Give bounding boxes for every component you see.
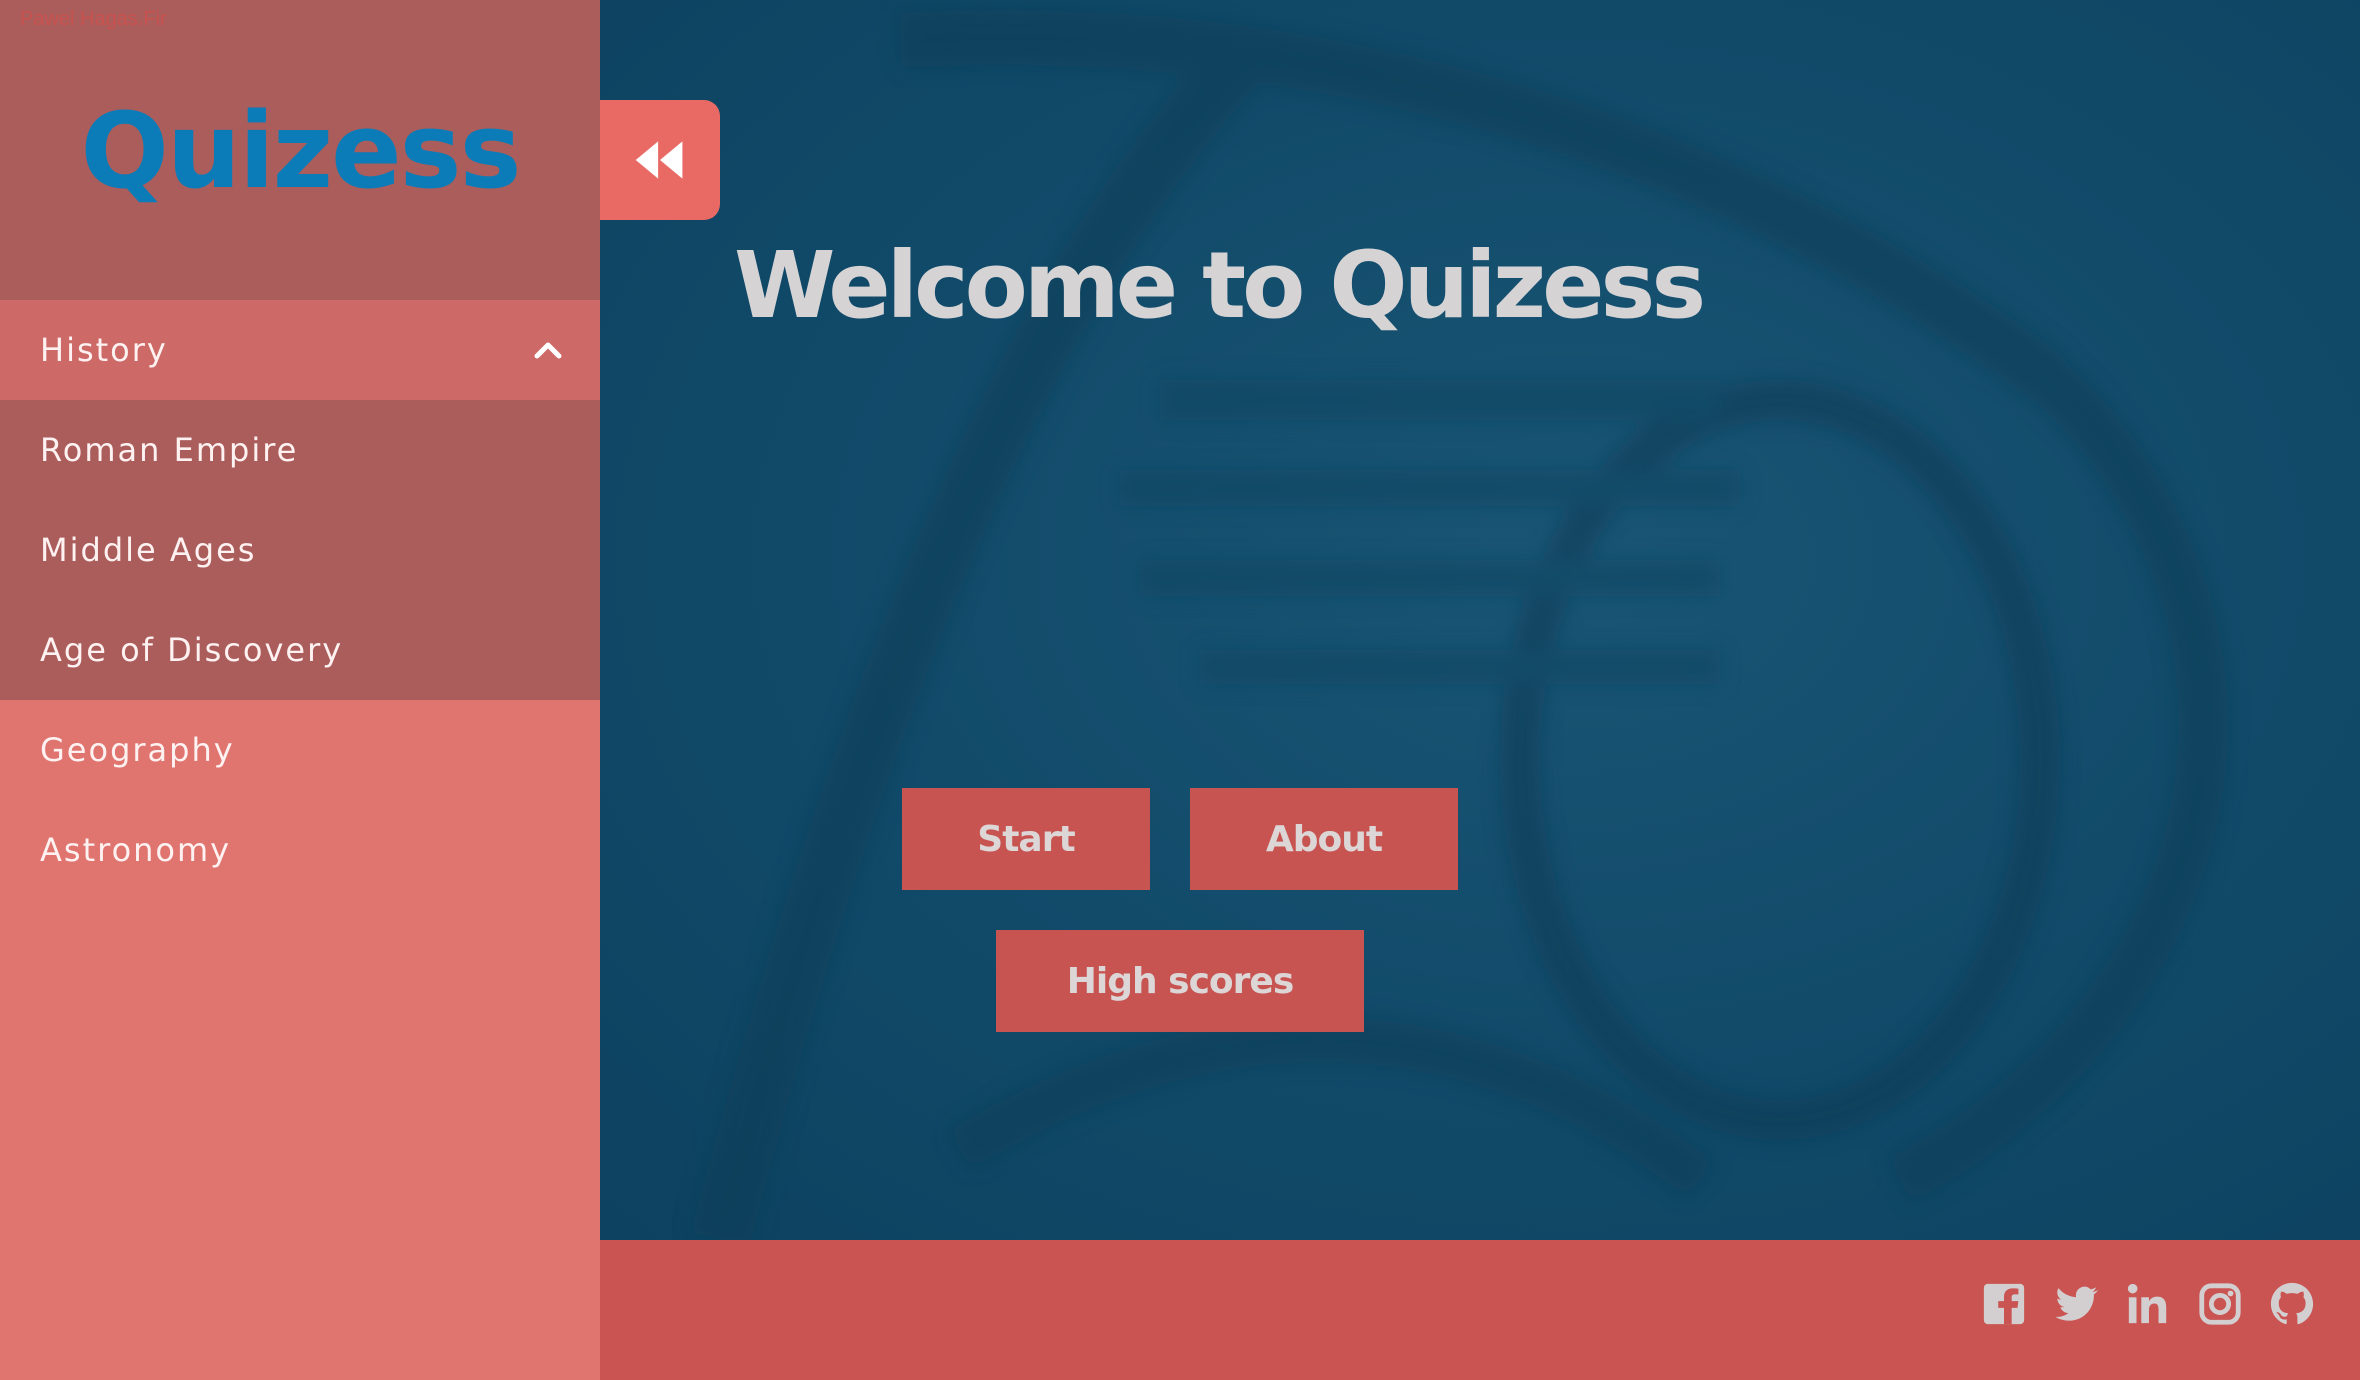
sidebar-item-label: Age of Discovery bbox=[40, 631, 344, 669]
sidebar: Pawel Hagas.Fir Quizess History Roman Em… bbox=[0, 0, 600, 1380]
sidebar-item-label: Geography bbox=[40, 731, 235, 769]
background-texture bbox=[690, 10, 2229, 1240]
sidebar-item-label: History bbox=[40, 331, 168, 369]
page-title: Welcome to Quizess bbox=[734, 232, 1706, 339]
collapse-sidebar-button[interactable] bbox=[600, 100, 720, 220]
sidebar-item-history[interactable]: History bbox=[0, 300, 600, 400]
linkedin-icon[interactable] bbox=[2124, 1280, 2172, 1328]
sidebar-item-age-of-discovery[interactable]: Age of Discovery bbox=[0, 600, 600, 700]
about-button[interactable]: About bbox=[1190, 788, 1458, 890]
facebook-icon[interactable] bbox=[1980, 1280, 2028, 1328]
sidebar-item-label: Astronomy bbox=[40, 831, 232, 869]
sidebar-item-label: Middle Ages bbox=[40, 531, 257, 569]
double-chevron-left-icon bbox=[635, 141, 683, 179]
twitter-icon[interactable] bbox=[2052, 1280, 2100, 1328]
start-button[interactable]: Start bbox=[902, 788, 1150, 890]
sidebar-item-roman-empire[interactable]: Roman Empire bbox=[0, 400, 600, 500]
sidebar-item-middle-ages[interactable]: Middle Ages bbox=[0, 500, 600, 600]
sidebar-item-astronomy[interactable]: Astronomy bbox=[0, 800, 600, 900]
chevron-up-icon[interactable] bbox=[532, 334, 564, 366]
main-area: Welcome to Quizess Start About High scor… bbox=[600, 0, 2360, 1240]
high-scores-button[interactable]: High scores bbox=[996, 930, 1364, 1032]
brand-area: Pawel Hagas.Fir Quizess bbox=[0, 0, 600, 300]
social-links bbox=[1980, 1280, 2316, 1328]
footer bbox=[600, 1240, 2360, 1380]
github-icon[interactable] bbox=[2268, 1280, 2316, 1328]
category-menu: History Roman Empire Middle Ages Age of … bbox=[0, 300, 600, 900]
sidebar-item-label: Roman Empire bbox=[40, 431, 299, 469]
sidebar-item-geography[interactable]: Geography bbox=[0, 700, 600, 800]
logo[interactable]: Quizess bbox=[0, 90, 600, 212]
instagram-icon[interactable] bbox=[2196, 1280, 2244, 1328]
brand-caption: Pawel Hagas.Fir bbox=[20, 8, 167, 30]
